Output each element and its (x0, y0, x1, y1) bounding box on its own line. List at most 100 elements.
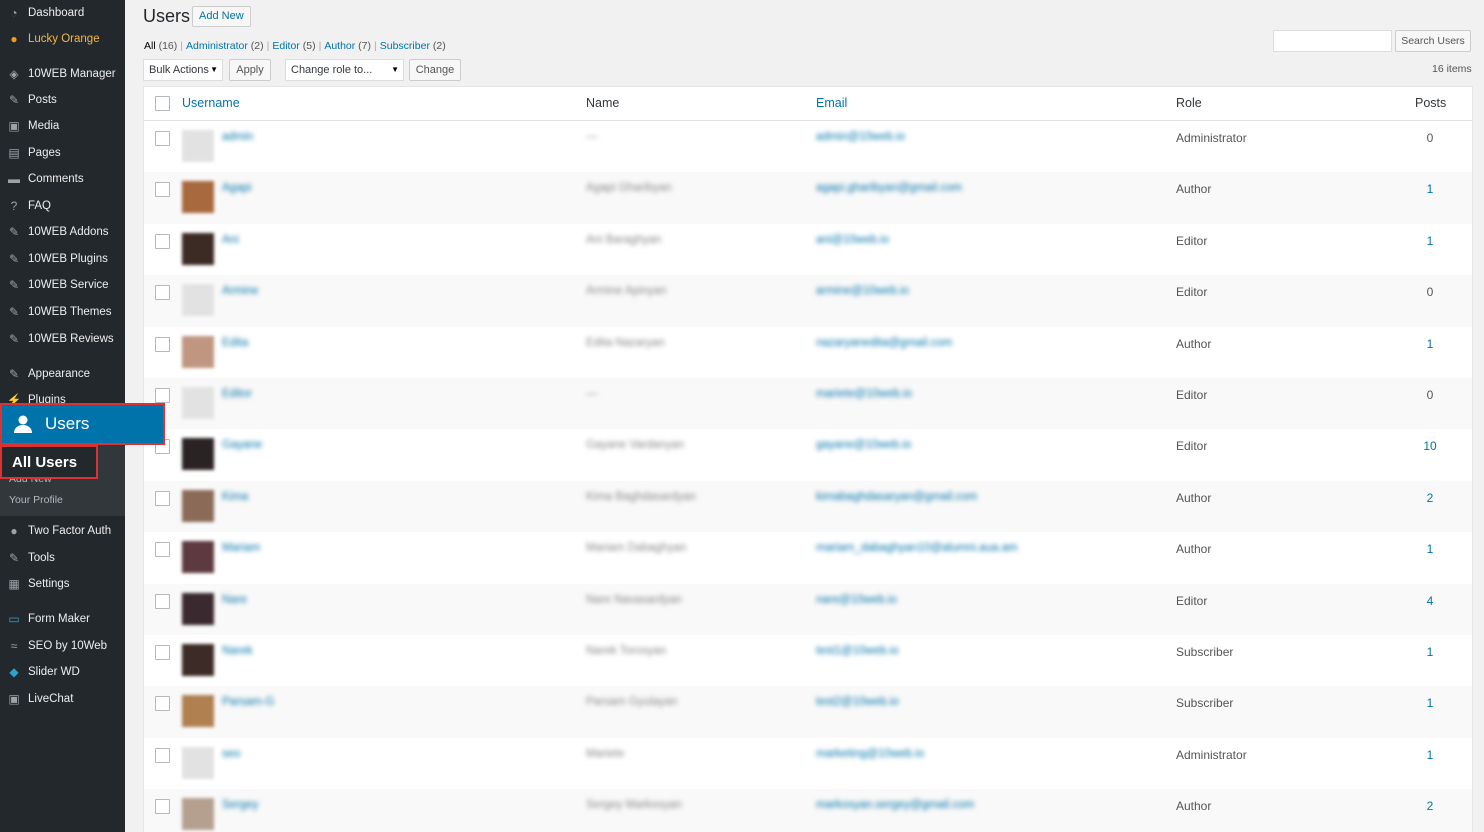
column-username[interactable]: Username (182, 96, 240, 110)
post-count[interactable]: 4 (1420, 594, 1440, 608)
username-link[interactable]: Gayane (222, 439, 262, 451)
table-row: Kima Kima Baghdasardyan kimabaghdasaryan@g… (144, 480, 1472, 533)
user-full-name: Parsam Gyulayan (586, 696, 678, 709)
username-link[interactable]: Edita (222, 337, 248, 349)
filter-administrator[interactable]: Administrator (186, 40, 248, 52)
sidebar-item-label: Settings (28, 578, 70, 590)
post-count[interactable]: 2 (1420, 799, 1440, 813)
email-link[interactable]: admin@10web.io (816, 131, 905, 143)
user-role: Subscriber (1176, 696, 1234, 711)
search-users-button[interactable]: Search Users (1395, 30, 1471, 52)
email-link[interactable]: ani@10web.io (816, 234, 889, 246)
username-link[interactable]: admin (222, 131, 253, 143)
filter-editor[interactable]: Editor (272, 40, 299, 52)
email-link[interactable]: agapi.gharibyan@gmail.com (816, 182, 962, 194)
email-link[interactable]: mariam_dabaghyan10@alumni.aua.am (816, 542, 1018, 554)
username-link[interactable]: Editor (222, 388, 252, 400)
post-count[interactable]: 1 (1420, 645, 1440, 659)
post-count[interactable]: 1 (1420, 234, 1440, 248)
email-link[interactable]: test2@10web.io (816, 696, 899, 708)
sidebar-item-pages[interactable]: ▤ Pages (0, 140, 125, 166)
username-link[interactable]: Kima (222, 491, 248, 503)
add-new-button[interactable]: Add New (192, 6, 251, 27)
username-link[interactable]: Nare (222, 594, 247, 606)
email-link[interactable]: kimabaghdasaryan@gmail.com (816, 491, 977, 503)
email-link[interactable]: markosyan.sergey@gmail.com (816, 799, 974, 811)
username-link[interactable]: Armine (222, 285, 258, 297)
post-count[interactable]: 1 (1420, 337, 1440, 351)
sidebar-item-users[interactable]: Users (0, 403, 165, 445)
sidebar-item-10web-manager[interactable]: ◈ 10WEB Manager (0, 61, 125, 87)
post-count[interactable]: 1 (1420, 182, 1440, 196)
submenu-all-users[interactable]: All Users (0, 445, 98, 479)
username-link[interactable]: Narek (222, 645, 253, 657)
row-checkbox[interactable] (155, 131, 170, 146)
sidebar-item-10web-service[interactable]: ✎ 10WEB Service (0, 272, 125, 298)
table-header: Username Name Email Role Posts (144, 87, 1472, 121)
sidebar-item-10web-reviews[interactable]: ✎ 10WEB Reviews (0, 326, 125, 352)
form-icon: ▭ (8, 612, 20, 626)
post-count[interactable]: 1 (1420, 542, 1440, 556)
sidebar-item-10web-addons[interactable]: ✎ 10WEB Addons (0, 219, 125, 245)
filter-all[interactable]: All (144, 40, 156, 52)
post-count[interactable]: 10 (1420, 439, 1440, 453)
submenu-your-profile[interactable]: Your Profile (9, 494, 63, 506)
sidebar-item-two-factor-auth[interactable]: ● Two Factor Auth (0, 518, 125, 544)
change-role-select[interactable]: Change role to... ▼ (285, 59, 404, 81)
sidebar-item-posts[interactable]: ✎ Posts (0, 87, 125, 113)
username-link[interactable]: Mariam (222, 542, 260, 554)
filter-subscriber[interactable]: Subscriber (380, 40, 430, 52)
sidebar-item-form-maker[interactable]: ▭ Form Maker (0, 606, 125, 632)
post-count[interactable]: 1 (1420, 748, 1440, 762)
sidebar-item-livechat[interactable]: ▣ LiveChat (0, 686, 125, 712)
sidebar-item-faq[interactable]: ? FAQ (0, 193, 125, 219)
sidebar-item-tools[interactable]: ✎ Tools (0, 545, 125, 571)
sidebar-item-label: FAQ (28, 200, 52, 212)
row-checkbox[interactable] (155, 542, 170, 558)
username-link[interactable]: Sergey (222, 799, 258, 811)
sidebar-item-10web-plugins[interactable]: ✎ 10WEB Plugins (0, 246, 125, 272)
email-link[interactable]: test1@10web.io (816, 645, 899, 657)
row-checkbox[interactable] (155, 747, 170, 763)
sidebar-item-comments[interactable]: ▬ Comments (0, 166, 125, 192)
username-link[interactable]: Parsam-G (222, 696, 274, 708)
search-input[interactable] (1273, 30, 1392, 52)
username-link[interactable]: Agapi (222, 182, 251, 194)
bulk-actions-select[interactable]: Bulk Actions ▼ (143, 59, 223, 81)
column-email[interactable]: Email (816, 96, 847, 110)
email-link[interactable]: nazaryanedita@gmail.com (816, 337, 952, 349)
email-link[interactable]: armine@10web.io (816, 285, 909, 297)
row-checkbox[interactable] (155, 233, 170, 249)
username-link[interactable]: seo (222, 748, 241, 760)
row-checkbox[interactable] (155, 644, 170, 660)
main-content: Users Add New All (16) | Administrator (2)… (125, 0, 1484, 832)
email-link[interactable]: mariete@10web.io (816, 388, 912, 400)
sidebar-item-settings[interactable]: ▦ Settings (0, 571, 125, 597)
change-button[interactable]: Change (409, 59, 461, 81)
table-row: Nare Nare Navasardyan nare@10web.io Editor 4 (144, 583, 1472, 635)
post-count[interactable]: 1 (1420, 696, 1440, 710)
row-checkbox[interactable] (155, 593, 170, 609)
email-link[interactable]: nare@10web.io (816, 594, 897, 606)
row-checkbox[interactable] (155, 285, 170, 301)
row-checkbox[interactable] (155, 799, 170, 815)
sidebar-item-seo-by-10web[interactable]: ≈ SEO by 10Web (0, 633, 125, 659)
select-all-checkbox[interactable] (155, 96, 170, 111)
row-checkbox[interactable] (155, 387, 170, 403)
row-checkbox[interactable] (155, 696, 170, 712)
email-link[interactable]: marketing@10web.io (816, 748, 924, 760)
email-link[interactable]: gayane@10web.io (816, 439, 911, 451)
sidebar-item-10web-themes[interactable]: ✎ 10WEB Themes (0, 299, 125, 325)
sidebar-item-appearance[interactable]: ✎ Appearance (0, 361, 125, 387)
sidebar-item-slider-wd[interactable]: ◆ Slider WD (0, 659, 125, 685)
sidebar-item-dashboard[interactable]: ◔ Dashboard (0, 0, 125, 26)
row-checkbox[interactable] (155, 336, 170, 352)
sidebar-item-media[interactable]: ▣ Media (0, 113, 125, 139)
apply-button[interactable]: Apply (229, 59, 271, 81)
row-checkbox[interactable] (155, 182, 170, 198)
row-checkbox[interactable] (155, 490, 170, 506)
post-count[interactable]: 2 (1420, 491, 1440, 505)
username-link[interactable]: Ani (222, 234, 239, 246)
filter-author[interactable]: Author (324, 40, 355, 52)
sidebar-item-lucky-orange[interactable]: ● Lucky Orange (0, 26, 125, 52)
